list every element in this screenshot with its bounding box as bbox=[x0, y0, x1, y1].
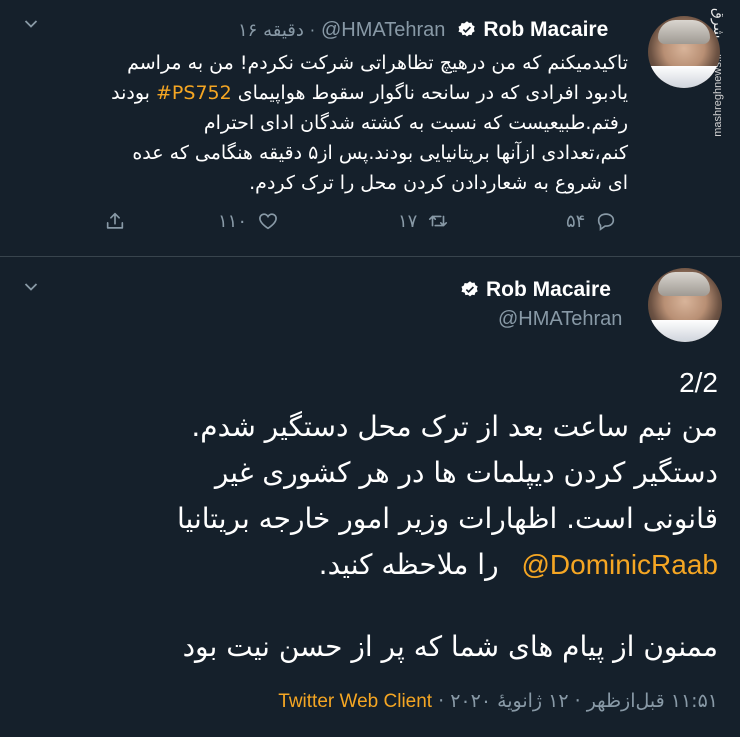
divider bbox=[0, 256, 740, 257]
tweet-time[interactable]: ۱۶ دقیقه bbox=[238, 20, 304, 41]
verified-badge-icon bbox=[461, 281, 478, 297]
avatar[interactable] bbox=[648, 268, 722, 342]
tweet-line: @DominicRaab را ملاحظه کنید. bbox=[18, 542, 718, 588]
author-handle[interactable]: @HMATehran bbox=[321, 19, 445, 42]
tweet-line-part: را ملاحظه کنید. bbox=[318, 548, 499, 581]
tweet-line: یادبود افرادی که در سانحه ناگوار سقوط هو… bbox=[28, 78, 628, 108]
tweet-line: کنم،تعدادی ازآنها بریتانیایی بودند.پس از… bbox=[132, 142, 628, 164]
mention-link[interactable]: @DominicRaab bbox=[522, 549, 719, 580]
author-name[interactable]: Rob Macaire bbox=[486, 278, 611, 302]
thread-index: 2/2 bbox=[679, 367, 718, 398]
tweet-meta: ۱۱:۵۱ قبل‌ازظهر · ۱۲ ژانویهٔ ۲۰۲۰ · Twit… bbox=[18, 690, 718, 713]
tweet-line: رفتم.طبیعیست که نسبت به کشته شدگان ادای … bbox=[203, 112, 628, 134]
avatar[interactable] bbox=[648, 16, 720, 88]
tweet-timestamp[interactable]: ۱۱:۵۱ قبل‌ازظهر · ۱۲ ژانویهٔ ۲۰۲۰ · bbox=[432, 690, 718, 712]
main-tweet-text: من نیم ساعت بعد از ترک محل دستگیر شدم. د… bbox=[18, 404, 718, 588]
reply-count: ۵۴ bbox=[566, 210, 586, 232]
verified-badge-icon bbox=[458, 21, 476, 37]
tweet-line-part: یادبود افرادی که در سانحه ناگوار سقوط هو… bbox=[237, 82, 628, 104]
retweet-icon bbox=[429, 215, 448, 227]
share-icon bbox=[106, 212, 124, 229]
tweet-line: ای شروع به شعاردادن کردن محل را ترک کردم… bbox=[249, 172, 628, 194]
tweet-line: تاکیدمیکنم که من درهیچ تظاهراتی شرکت نکر… bbox=[127, 52, 628, 74]
tweet-client-link[interactable]: Twitter Web Client bbox=[278, 691, 432, 712]
heart-icon bbox=[259, 213, 277, 230]
tweet-line-part: بودند bbox=[111, 82, 150, 104]
main-tweet-handle-row: @HMATehran bbox=[498, 308, 622, 331]
like-button[interactable]: ۱۱۰ bbox=[218, 210, 279, 232]
tweet-line: دستگیر کردن دیپلمات ها در هر کشوری غیر bbox=[214, 456, 718, 489]
retweet-button[interactable]: ۱۷ bbox=[398, 210, 449, 232]
parent-tweet-text: تاکیدمیکنم که من درهیچ تظاهراتی شرکت نکر… bbox=[28, 48, 628, 198]
like-count: ۱۱۰ bbox=[218, 210, 248, 232]
retweet-count: ۱۷ bbox=[398, 210, 418, 232]
tweet-line: من نیم ساعت بعد از ترک محل دستگیر شدم. bbox=[191, 410, 718, 443]
chevron-down-icon[interactable] bbox=[24, 19, 38, 29]
reply-icon bbox=[598, 213, 615, 231]
author-name[interactable]: Rob Macaire bbox=[483, 18, 608, 42]
author-handle[interactable]: @HMATehran bbox=[498, 308, 622, 331]
share-button[interactable] bbox=[104, 210, 126, 232]
reply-button[interactable]: ۵۴ bbox=[566, 210, 617, 232]
parent-tweet-header: ۱۶ دقیقه · @HMATehran Rob Macaire bbox=[238, 18, 609, 42]
main-tweet-author: Rob Macaire bbox=[460, 278, 611, 302]
hashtag-link[interactable]: #PS752 bbox=[156, 82, 232, 104]
closing-line: ممنون از پیام های شما که پر از حسن نیت ب… bbox=[182, 630, 718, 663]
chevron-down-icon[interactable] bbox=[24, 282, 38, 292]
tweet-line: قانونی است. اظهارات وزیر امور خارجه بریت… bbox=[176, 502, 718, 535]
